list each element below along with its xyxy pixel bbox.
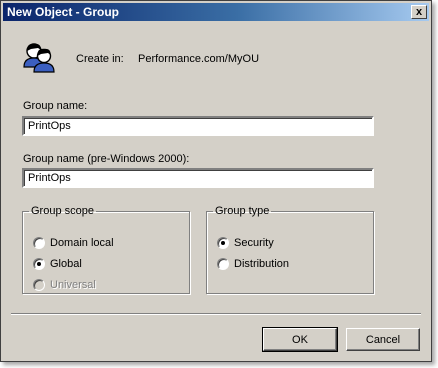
- scope-universal-option: Universal: [33, 279, 96, 291]
- separator: [11, 313, 421, 315]
- type-distribution-option[interactable]: Distribution: [217, 258, 289, 270]
- global-label: Global: [50, 258, 82, 270]
- domain-local-label: Domain local: [50, 237, 114, 249]
- scope-domain-local-option[interactable]: Domain local: [33, 237, 114, 249]
- security-radio[interactable]: [217, 237, 229, 249]
- domain-local-radio[interactable]: [33, 237, 45, 249]
- new-object-group-dialog: New Object - Group x Create in: Performa…: [0, 0, 432, 362]
- global-radio[interactable]: [33, 258, 45, 270]
- create-in-path: Performance.com/MyOU: [138, 53, 260, 65]
- group-type-box: Group type Security Distribution: [206, 205, 374, 294]
- distribution-label: Distribution: [234, 258, 290, 270]
- group-name-pre2000-input[interactable]: PrintOps: [22, 168, 374, 188]
- universal-label: Universal: [50, 279, 96, 291]
- close-icon: x: [415, 5, 423, 18]
- security-label: Security: [234, 237, 274, 249]
- ok-button[interactable]: OK: [262, 327, 338, 352]
- cancel-button[interactable]: Cancel: [346, 328, 420, 351]
- group-type-legend: Group type: [215, 205, 270, 217]
- group-scope-box: Group scope Domain local Global Universa…: [22, 205, 190, 294]
- group-name-input[interactable]: PrintOps: [22, 116, 374, 136]
- group-name-pre2000-label: Group name (pre-Windows 2000):: [23, 153, 190, 165]
- close-button[interactable]: x: [411, 5, 427, 19]
- group-users-icon: [23, 43, 55, 73]
- title-bar[interactable]: New Object - Group x: [3, 3, 429, 21]
- dialog-title: New Object - Group: [7, 5, 120, 19]
- universal-radio: [33, 279, 45, 291]
- scope-global-option[interactable]: Global: [33, 258, 82, 270]
- type-security-option[interactable]: Security: [217, 237, 274, 249]
- group-scope-legend: Group scope: [31, 205, 94, 217]
- group-name-label: Group name:: [23, 100, 88, 112]
- distribution-radio[interactable]: [217, 258, 229, 270]
- create-in-label: Create in:: [76, 53, 124, 65]
